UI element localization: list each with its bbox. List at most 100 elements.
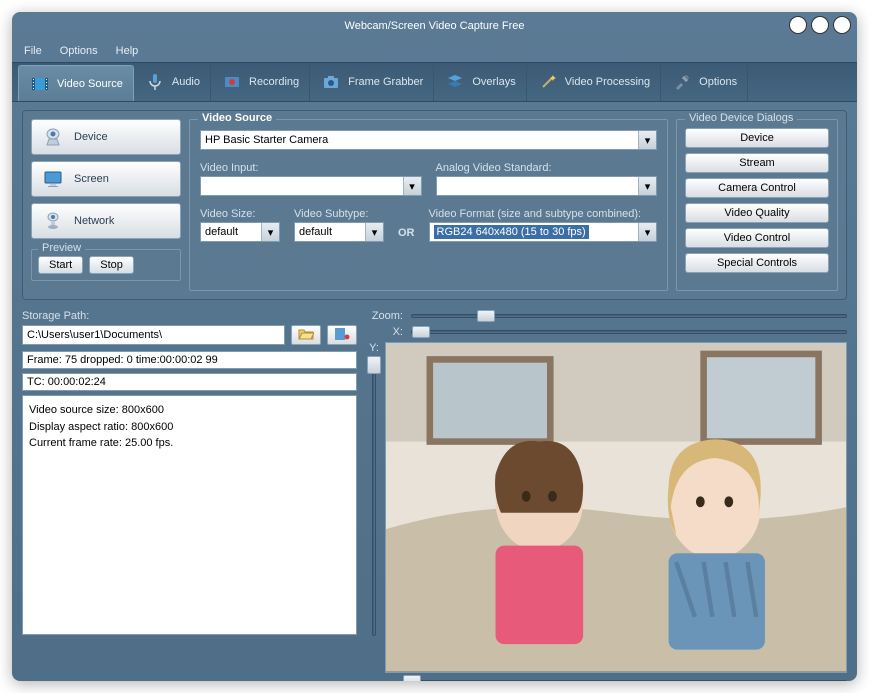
button-label: Network <box>74 215 114 227</box>
preview-panel: Zoom: X: Y: <box>367 310 847 681</box>
dialogs-column: Video Device Dialogs Device Stream Camer… <box>676 119 838 291</box>
video-size-combo[interactable]: default ▾ <box>200 222 280 242</box>
window-title: Webcam/Screen Video Capture Free <box>345 20 525 32</box>
layers-icon <box>444 71 466 93</box>
tab-video-source[interactable]: Video Source <box>18 65 134 101</box>
dialog-camera-control-button[interactable]: Camera Control <box>685 178 829 198</box>
x-slider[interactable] <box>411 330 847 334</box>
chevron-down-icon: ▾ <box>638 177 656 195</box>
zoom-label: Zoom: <box>367 310 403 322</box>
storage-panel: Storage Path: Frame: 75 dropped: 0 time:… <box>22 310 357 681</box>
device-button[interactable]: Device <box>31 119 181 155</box>
screen-button[interactable]: Screen <box>31 161 181 197</box>
tabbar: Video Source Audio Recording Frame Grabb… <box>12 62 857 102</box>
tab-frame-grabber[interactable]: Frame Grabber <box>310 63 434 101</box>
video-format-label: Video Format (size and subtype combined)… <box>429 208 658 220</box>
y-slider[interactable] <box>367 356 381 636</box>
timecode-status: TC: 00:00:02:24 <box>22 373 357 391</box>
tab-recording[interactable]: Recording <box>211 63 310 101</box>
bottom-area: Storage Path: Frame: 75 dropped: 0 time:… <box>22 310 847 681</box>
dialog-video-quality-button[interactable]: Video Quality <box>685 203 829 223</box>
tab-overlays[interactable]: Overlays <box>434 63 526 101</box>
maximize-button[interactable]: ▢ <box>811 16 829 34</box>
close-button[interactable]: ✕ <box>833 16 851 34</box>
log-line: Display aspect ratio: 800x600 <box>29 419 350 436</box>
menu-help[interactable]: Help <box>116 45 139 57</box>
content-area: Device Screen Network Preview Start Stop <box>12 102 857 681</box>
video-source-column: Video Source HP Basic Starter Camera ▾ V… <box>189 119 668 291</box>
video-input-label: Video Input: <box>200 162 422 174</box>
tab-label: Options <box>699 76 737 88</box>
video-size-label: Video Size: <box>200 208 280 220</box>
video-source-fieldset: Video Source HP Basic Starter Camera ▾ V… <box>189 119 668 291</box>
video-preview <box>385 342 847 673</box>
device-combo[interactable]: HP Basic Starter Camera ▾ <box>200 130 657 150</box>
storage-path-input[interactable] <box>22 325 285 345</box>
slider-thumb[interactable] <box>403 675 421 681</box>
browse-button[interactable] <box>291 325 321 345</box>
top-panel: Device Screen Network Preview Start Stop <box>22 110 847 300</box>
video-source-legend: Video Source <box>198 112 276 124</box>
analog-standard-label: Analog Video Standard: <box>436 162 658 174</box>
preview-stop-button[interactable]: Stop <box>89 256 134 274</box>
or-label: OR <box>398 227 415 242</box>
record-to-file-button[interactable] <box>327 325 357 345</box>
chevron-down-icon: ▾ <box>261 223 279 241</box>
dialogs-legend: Video Device Dialogs <box>685 112 797 124</box>
tab-options[interactable]: Options <box>661 63 748 101</box>
webcam-icon <box>42 126 64 148</box>
menu-options[interactable]: Options <box>60 45 98 57</box>
slider-thumb[interactable] <box>412 326 430 338</box>
tab-label: Frame Grabber <box>348 76 423 88</box>
preview-legend: Preview <box>38 242 85 254</box>
x-scroll-slider[interactable] <box>403 675 847 681</box>
dialog-device-button[interactable]: Device <box>685 128 829 148</box>
combo-value: default <box>205 226 238 238</box>
chevron-down-icon: ▾ <box>403 177 421 195</box>
video-subtype-label: Video Subtype: <box>294 208 384 220</box>
app-window: Webcam/Screen Video Capture Free – ▢ ✕ F… <box>12 12 857 681</box>
network-button[interactable]: Network <box>31 203 181 239</box>
video-input-combo[interactable]: ▾ <box>200 176 422 196</box>
log-line: Video source size: 800x600 <box>29 402 350 419</box>
preview-fieldset: Preview Start Stop <box>31 249 181 281</box>
combo-value: RGB24 640x480 (15 to 30 fps) <box>434 225 589 239</box>
wand-icon <box>537 71 559 93</box>
tab-video-processing[interactable]: Video Processing <box>527 63 661 101</box>
preview-start-button[interactable]: Start <box>38 256 83 274</box>
source-column: Device Screen Network Preview Start Stop <box>31 119 181 291</box>
tab-label: Recording <box>249 76 299 88</box>
dialog-stream-button[interactable]: Stream <box>685 153 829 173</box>
slider-thumb[interactable] <box>367 356 381 374</box>
film-icon <box>29 73 51 95</box>
log-line: Current frame rate: 25.00 fps. <box>29 435 350 452</box>
x-label: X: <box>367 326 403 338</box>
chevron-down-icon: ▾ <box>365 223 383 241</box>
button-label: Device <box>74 131 108 143</box>
chevron-down-icon: ▾ <box>638 131 656 149</box>
tab-label: Video Processing <box>565 76 650 88</box>
tab-audio[interactable]: Audio <box>134 63 211 101</box>
dialog-special-controls-button[interactable]: Special Controls <box>685 253 829 273</box>
video-format-combo[interactable]: RGB24 640x480 (15 to 30 fps) ▾ <box>429 222 658 242</box>
slider-thumb[interactable] <box>477 310 495 322</box>
network-camera-icon <box>42 210 64 232</box>
combo-value: HP Basic Starter Camera <box>205 134 328 146</box>
tab-label: Audio <box>172 76 200 88</box>
minimize-button[interactable]: – <box>789 16 807 34</box>
combo-value: default <box>299 226 332 238</box>
tab-label: Video Source <box>57 78 123 90</box>
monitor-icon <box>42 168 64 190</box>
video-subtype-combo[interactable]: default ▾ <box>294 222 384 242</box>
zoom-slider[interactable] <box>411 314 847 318</box>
analog-standard-combo[interactable]: ▾ <box>436 176 658 196</box>
y-label: Y: <box>369 342 379 354</box>
record-icon <box>221 71 243 93</box>
button-label: Screen <box>74 173 109 185</box>
window-controls: – ▢ ✕ <box>789 16 851 34</box>
dialog-video-control-button[interactable]: Video Control <box>685 228 829 248</box>
frame-status: Frame: 75 dropped: 0 time:00:00:02 99 <box>22 351 357 369</box>
menu-file[interactable]: File <box>24 45 42 57</box>
dialogs-fieldset: Video Device Dialogs Device Stream Camer… <box>676 119 838 291</box>
tools-icon <box>671 71 693 93</box>
